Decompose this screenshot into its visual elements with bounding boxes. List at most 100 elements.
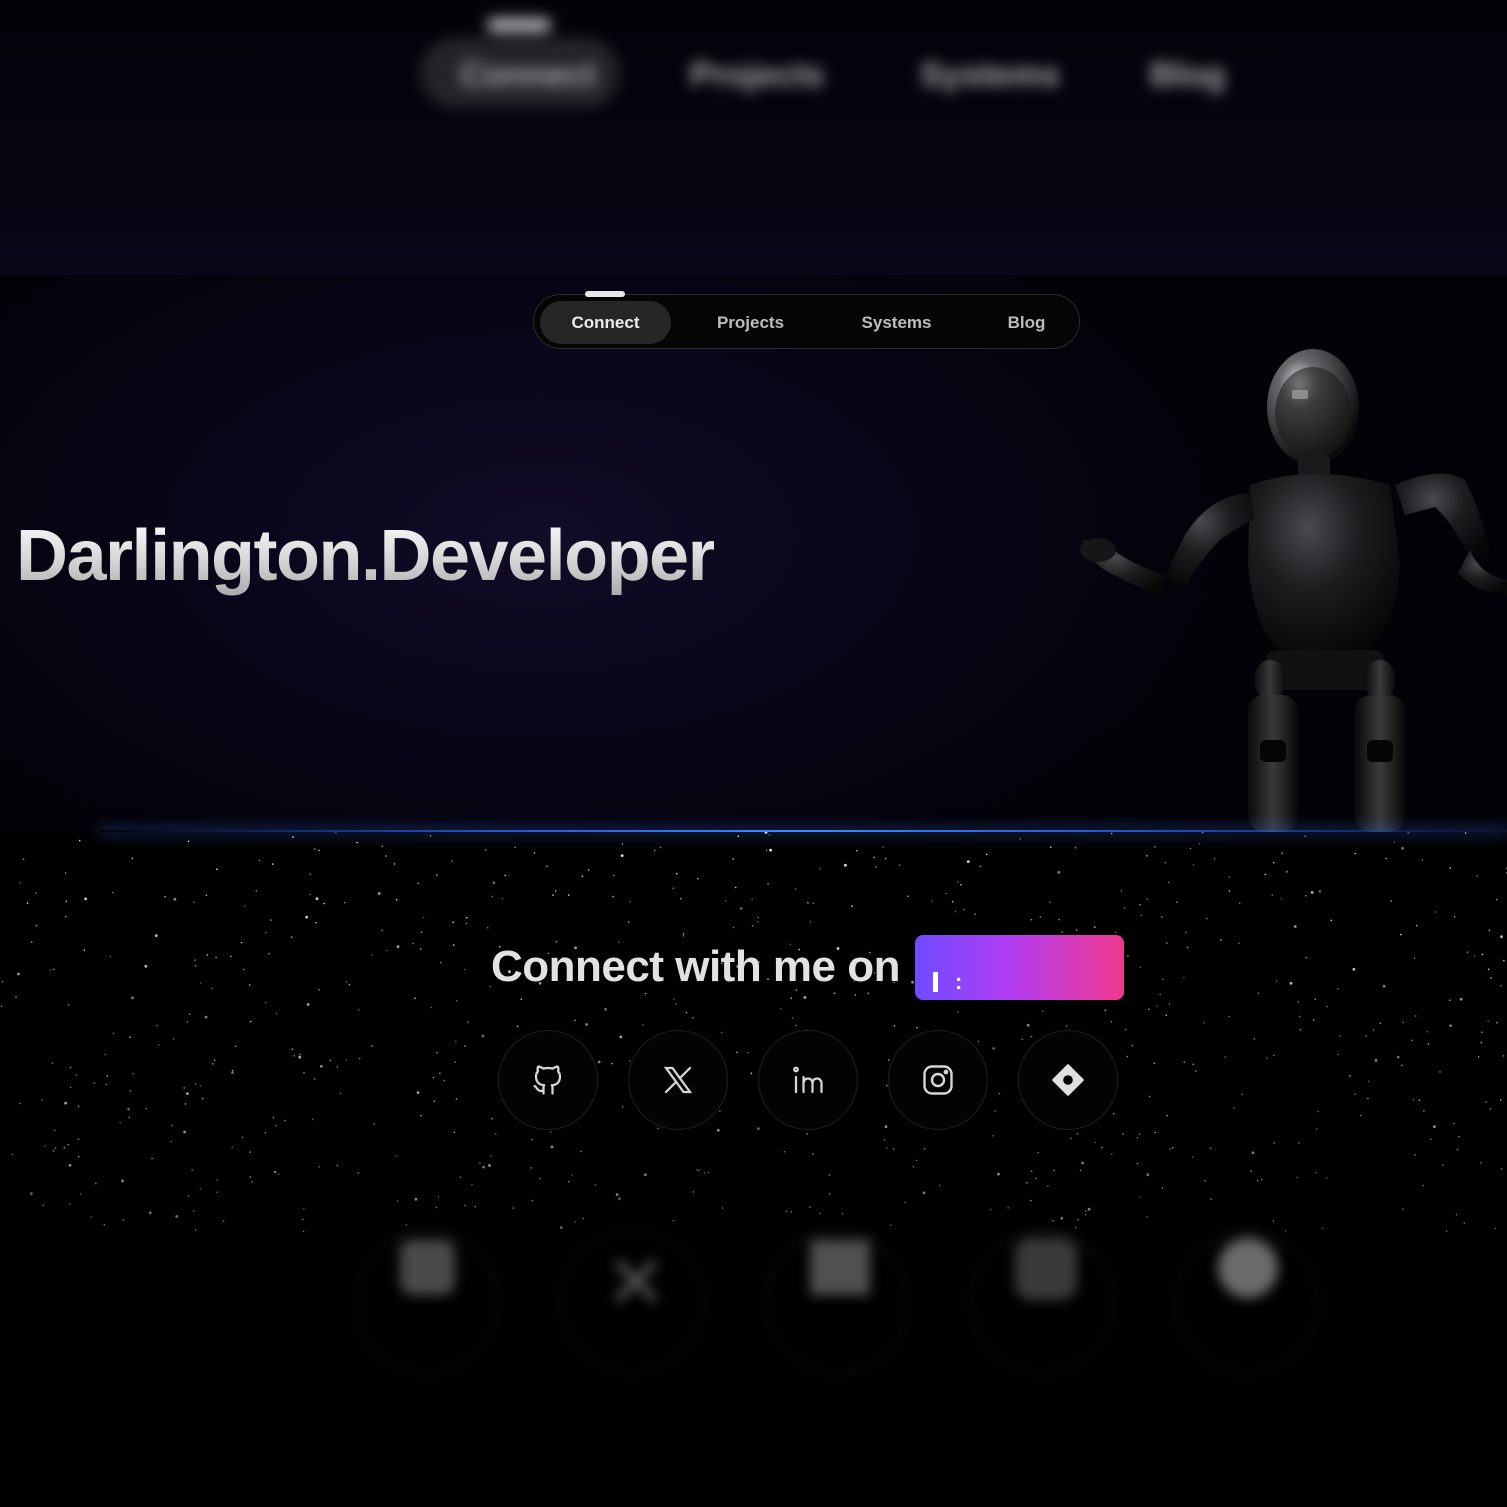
blurred-nav-label: Projects — [690, 56, 825, 94]
hero-title: Darlington.Developer — [16, 516, 716, 596]
star — [1402, 1021, 1404, 1024]
star — [1449, 867, 1451, 869]
star — [377, 892, 381, 895]
star — [783, 1151, 786, 1153]
star — [443, 1079, 446, 1082]
star — [329, 1059, 332, 1062]
star — [1154, 1131, 1156, 1134]
star — [736, 1051, 738, 1053]
star — [1035, 1177, 1037, 1180]
directions-link[interactable] — [1018, 1030, 1118, 1130]
star — [393, 863, 396, 865]
instagram-link[interactable] — [888, 1030, 988, 1130]
star — [1162, 978, 1164, 980]
star — [992, 1135, 994, 1137]
github-link[interactable] — [498, 1030, 598, 1130]
star — [501, 897, 504, 900]
star — [484, 849, 487, 851]
star — [1030, 918, 1033, 921]
x-link[interactable] — [628, 1030, 728, 1130]
star — [807, 901, 809, 904]
star — [791, 1017, 794, 1019]
star — [132, 1072, 134, 1075]
star — [1367, 1097, 1369, 1100]
star — [318, 989, 320, 991]
star — [171, 1124, 173, 1127]
star — [504, 874, 507, 877]
star — [887, 1059, 890, 1061]
blurred-header-band: Connect Projects Systems Blog — [0, 0, 1507, 275]
star — [1224, 1056, 1227, 1058]
star — [1401, 1064, 1403, 1066]
star — [530, 1167, 532, 1169]
star — [854, 994, 857, 996]
star — [15, 996, 17, 998]
typing-cursor — [933, 972, 938, 992]
star — [597, 1060, 601, 1064]
star — [751, 898, 753, 900]
star — [1426, 1030, 1429, 1033]
star — [19, 881, 22, 884]
star — [1250, 1170, 1252, 1172]
nav-item-projects[interactable]: Projects — [684, 301, 817, 344]
star — [1500, 985, 1502, 987]
star — [1298, 1015, 1301, 1018]
star — [1136, 1137, 1139, 1139]
linkedin-link[interactable] — [758, 1030, 858, 1130]
blurred-nav-indicator — [487, 18, 551, 32]
star — [417, 882, 420, 884]
star — [732, 926, 735, 929]
star — [1495, 898, 1498, 901]
star — [1401, 846, 1404, 850]
star — [488, 1164, 491, 1167]
star — [1057, 871, 1061, 874]
star — [273, 1170, 277, 1174]
star — [1136, 1162, 1139, 1165]
star — [191, 1169, 193, 1171]
star — [696, 1169, 698, 1171]
star — [1458, 1136, 1460, 1138]
star — [1414, 1015, 1417, 1017]
star — [1183, 976, 1185, 979]
star — [1185, 931, 1187, 934]
star — [585, 1023, 588, 1026]
star — [433, 1100, 436, 1102]
star — [1166, 1114, 1169, 1117]
star — [173, 897, 177, 901]
nav-item-systems[interactable]: Systems — [830, 301, 963, 344]
star — [963, 908, 965, 911]
star — [1030, 1035, 1033, 1038]
star — [44, 1145, 46, 1147]
star — [673, 998, 675, 1000]
star — [420, 931, 423, 933]
star — [1139, 966, 1142, 969]
star — [1280, 898, 1283, 900]
star — [193, 901, 195, 903]
star — [719, 1110, 721, 1112]
star — [1415, 924, 1418, 927]
star — [747, 1051, 749, 1054]
star — [205, 894, 208, 896]
star — [303, 1071, 305, 1074]
star — [1481, 953, 1484, 956]
star — [371, 954, 373, 956]
star — [1413, 957, 1416, 959]
star — [313, 1078, 316, 1080]
star — [1427, 1043, 1430, 1045]
star — [1140, 914, 1142, 917]
star — [492, 881, 496, 885]
star — [1393, 841, 1396, 844]
star — [675, 1003, 677, 1005]
star — [335, 832, 337, 834]
star — [455, 1040, 457, 1043]
blurred-diamond-icon — [1218, 1238, 1278, 1298]
star — [343, 901, 346, 904]
star — [1164, 861, 1167, 864]
nav-item-connect[interactable]: Connect — [540, 301, 671, 344]
star — [187, 840, 190, 842]
star — [1039, 916, 1042, 918]
star — [1166, 942, 1168, 944]
star — [412, 942, 415, 945]
star — [546, 865, 548, 868]
star — [258, 859, 261, 862]
